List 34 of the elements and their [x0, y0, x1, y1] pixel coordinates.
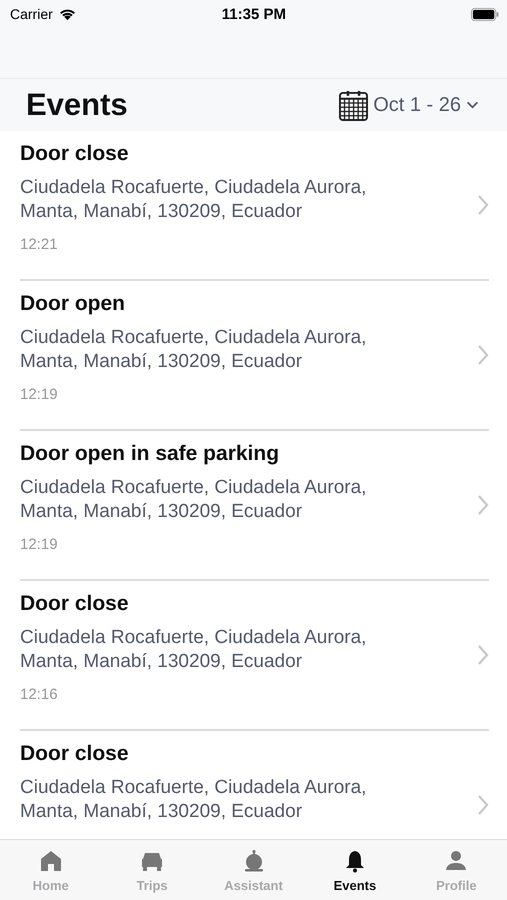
date-range-picker[interactable]: Oct 1 - 26 [339, 90, 479, 120]
event-time: 12:16 [20, 686, 59, 703]
chevron-right-icon [477, 644, 489, 666]
event-time: 12:19 [20, 386, 59, 403]
person-icon [444, 849, 468, 873]
event-time: 12:21 [20, 236, 59, 253]
event-row[interactable]: Door close Ciudadela Rocafuerte, Ciudadela Aurora, Manta, Manabí, 130209, Ecuador 12:21 [20, 131, 489, 281]
event-title: Door close [20, 591, 130, 617]
battery-icon [471, 8, 499, 20]
event-address: Ciudadela Rocafuerte, Ciudadela Aurora, Manta, Manabí, 130209, Ecuador [20, 776, 368, 824]
event-address: Ciudadela Rocafuerte, Ciudadela Aurora, Manta, Manabí, 130209, Ecuador [20, 626, 368, 674]
chevron-right-icon [477, 194, 489, 216]
event-title: Door open in safe parking [20, 441, 280, 467]
chevron-right-icon [477, 344, 489, 366]
event-time: 12:19 [20, 536, 59, 553]
chevron-right-icon [477, 494, 489, 516]
event-title: Door close [20, 141, 130, 167]
event-address: Ciudadela Rocafuerte, Ciudadela Aurora, Manta, Manabí, 130209, Ecuador [20, 176, 368, 224]
event-address: Ciudadela Rocafuerte, Ciudadela Aurora, Manta, Manabí, 130209, Ecuador [20, 326, 368, 374]
event-address: Ciudadela Rocafuerte, Ciudadela Aurora, Manta, Manabí, 130209, Ecuador [20, 476, 368, 524]
home-icon [38, 849, 63, 873]
event-row[interactable]: Door open in safe parking Ciudadela Rocafuerte, Ciudadela Aurora, Manta, Manabí, 130209, Ecuador 12:19 [20, 431, 489, 581]
carrier-name: Carrier [10, 6, 53, 22]
chevron-down-icon [466, 101, 479, 109]
status-time: 11:35 PM [222, 6, 286, 22]
event-row[interactable]: Door open Ciudadela Rocafuerte, Ciudadela Aurora, Manta, Manabí, 130209, Ecuador 12:19 [20, 281, 489, 431]
chevron-right-icon [477, 794, 489, 816]
tab-item[interactable]: Events [304, 840, 406, 900]
wifi-icon [58, 7, 77, 21]
calendar-icon [339, 90, 368, 120]
event-title: Door open [20, 291, 126, 317]
event-title: Door close [20, 741, 130, 767]
page-title: Events [26, 87, 128, 123]
event-row[interactable]: Door close Ciudadela Rocafuerte, Ciudadela Aurora, Manta, Manabí, 130209, Ecuador 12:16 [20, 581, 489, 731]
